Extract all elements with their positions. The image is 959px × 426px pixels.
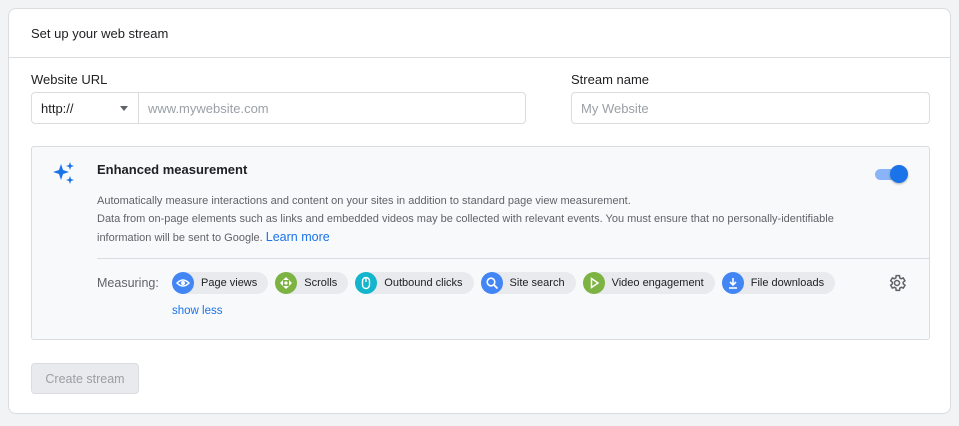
description-line-1: Automatically measure interactions and c… xyxy=(97,195,631,207)
chip-page-views[interactable]: Page views xyxy=(172,272,269,294)
enhanced-measurement-toggle[interactable] xyxy=(875,165,908,183)
mouse-icon xyxy=(355,272,378,294)
enhanced-measurement-description: Automatically measure interactions and c… xyxy=(97,192,857,247)
protocol-value: http:// xyxy=(41,100,74,116)
description-line-2: Data from on-page elements such as links… xyxy=(97,210,857,247)
gear-icon[interactable] xyxy=(887,273,907,293)
chevron-down-icon xyxy=(120,105,128,111)
website-url-label: Website URL xyxy=(31,72,108,87)
chip-site-search[interactable]: Site search xyxy=(480,272,576,294)
description-line-2-text: Data from on-page elements such as links… xyxy=(97,213,834,244)
measuring-label: Measuring: xyxy=(97,276,159,290)
website-url-field: http:// xyxy=(31,92,526,124)
url-input[interactable] xyxy=(139,93,525,123)
chip-file-downloads[interactable]: File downloads xyxy=(721,272,836,294)
search-icon xyxy=(480,272,503,294)
chip-scrolls[interactable]: Scrolls xyxy=(275,272,349,294)
eye-icon xyxy=(172,272,194,294)
chip-label: Site search xyxy=(509,277,565,289)
enhanced-measurement-panel: Enhanced measurement Automatically measu… xyxy=(31,146,930,340)
protocol-select[interactable]: http:// xyxy=(32,93,139,123)
play-icon xyxy=(582,272,605,294)
chip-label: Video engagement xyxy=(611,277,704,289)
measurement-chips: Page views Scrolls Outbound clicks Site … xyxy=(172,272,836,294)
show-less-link[interactable]: show less xyxy=(172,305,223,317)
web-stream-card: Set up your web stream Website URL http:… xyxy=(8,8,951,414)
create-stream-button[interactable]: Create stream xyxy=(31,363,139,394)
stream-name-label: Stream name xyxy=(571,72,650,87)
chip-video-engagement[interactable]: Video engagement xyxy=(582,272,715,294)
chip-label: Outbound clicks xyxy=(384,277,463,289)
chip-label: Page views xyxy=(201,277,258,289)
chip-label: Scrolls xyxy=(304,277,338,289)
learn-more-link[interactable]: Learn more xyxy=(266,230,330,244)
chip-outbound-clicks[interactable]: Outbound clicks xyxy=(355,272,474,294)
chip-label: File downloads xyxy=(750,277,825,289)
stream-name-input[interactable] xyxy=(571,92,930,124)
enhanced-measurement-title: Enhanced measurement xyxy=(97,162,248,177)
sparkle-icon xyxy=(53,162,74,184)
scroll-arrows-icon xyxy=(275,272,298,294)
card-title: Set up your web stream xyxy=(9,9,950,58)
download-icon xyxy=(721,272,744,294)
divider xyxy=(97,258,930,259)
toggle-thumb xyxy=(890,165,908,183)
